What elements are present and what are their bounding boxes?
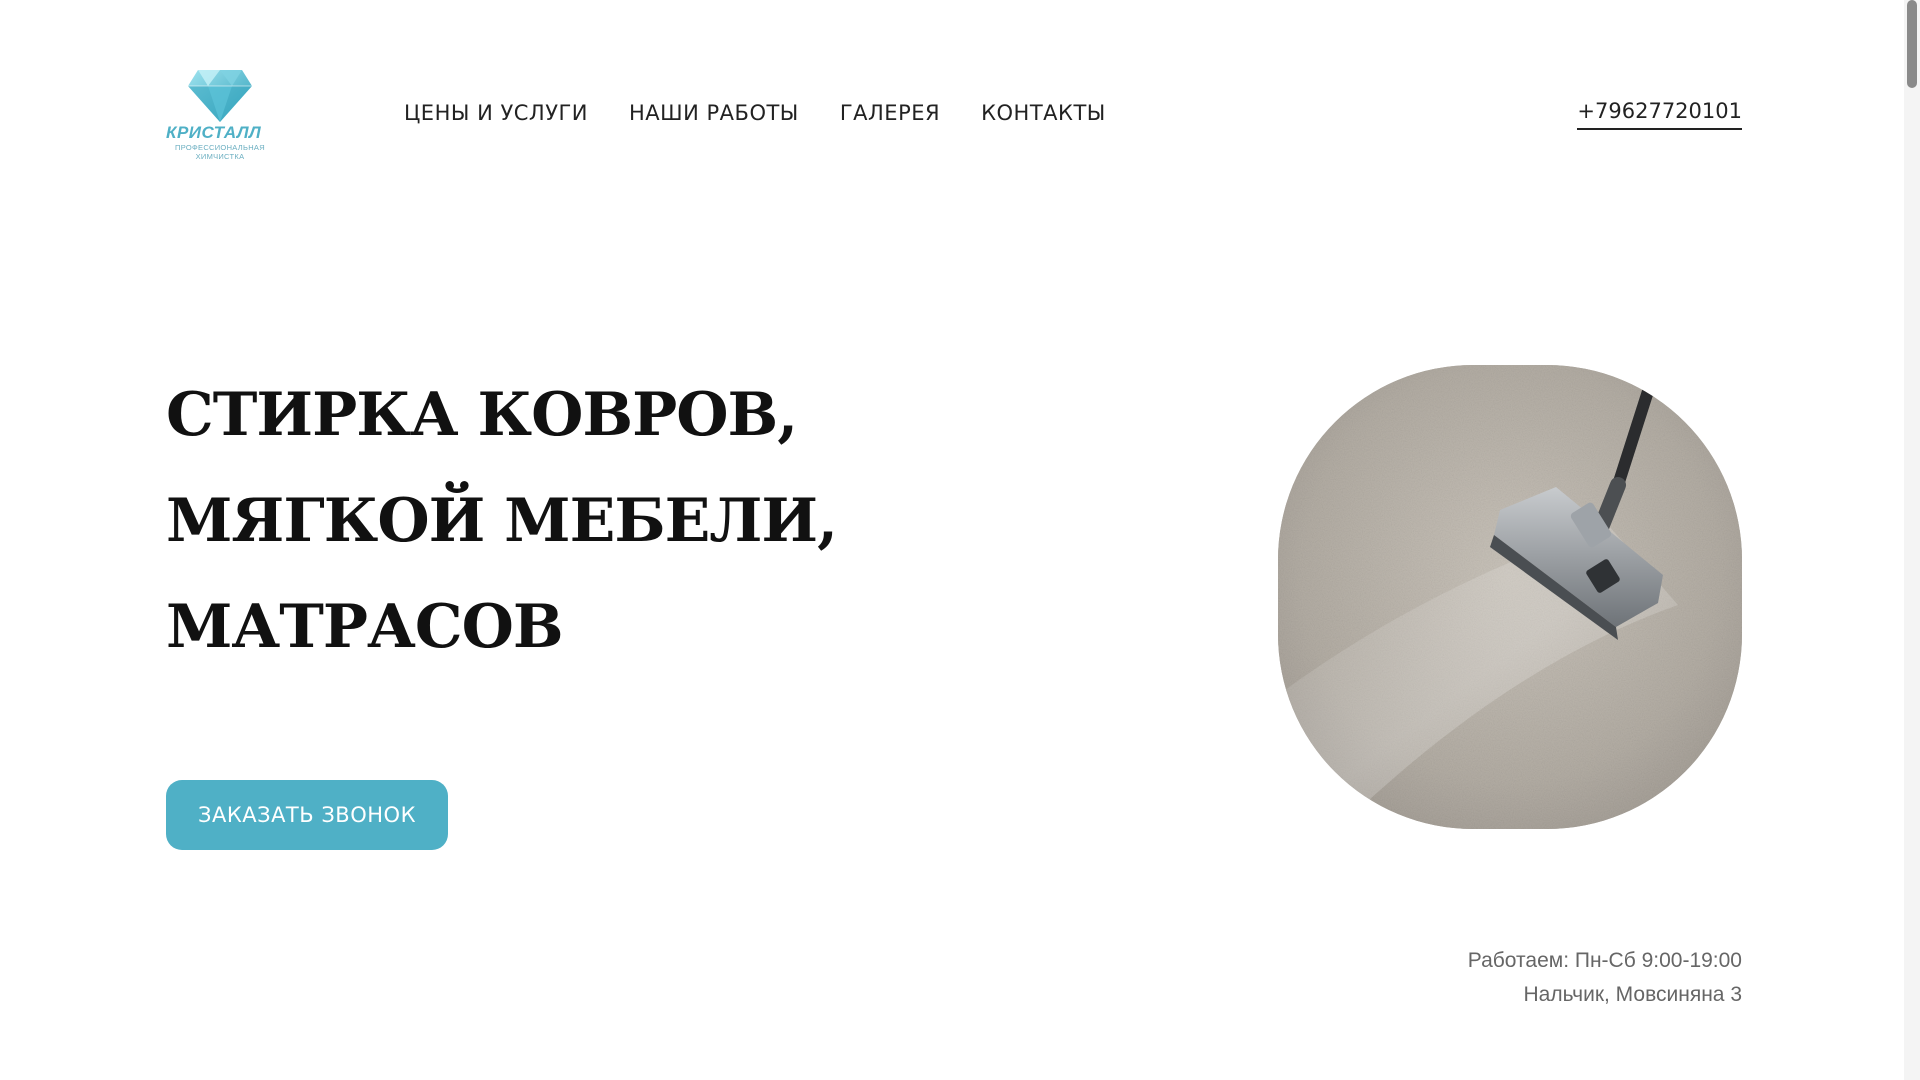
order-call-button[interactable]: ЗАКАЗАТЬ ЗВОНОК	[166, 780, 448, 850]
nav-item-works[interactable]: НАШИ РАБОТЫ	[629, 101, 799, 125]
logo-subtitle: ПРОФЕССИОНАЛЬНАЯ	[175, 143, 265, 152]
main-nav: ЦЕНЫ И УСЛУГИ НАШИ РАБОТЫ ГАЛЕРЕЯ КОНТАК…	[404, 101, 1147, 125]
logo[interactable]: КРИСТАЛЛ ПРОФЕССИОНАЛЬНАЯ ХИМЧИСТКА	[166, 66, 274, 166]
nav-item-contacts[interactable]: КОНТАКТЫ	[981, 101, 1106, 125]
page: КРИСТАЛЛ ПРОФЕССИОНАЛЬНАЯ ХИМЧИСТКА ЦЕНЫ…	[0, 0, 1920, 1080]
address: Нальчик, Мовсиняна 3	[1523, 983, 1742, 1006]
headline-line: МЯГКОЙ МЕБЕЛИ,	[166, 486, 838, 556]
phone-link[interactable]: +79627720101	[1577, 99, 1742, 130]
scrollbar-thumb[interactable]	[1907, 0, 1917, 88]
logo-name: КРИСТАЛЛ	[166, 123, 262, 142]
hero-headline: СТИРКА КОВРОВ, МЯГКОЙ МЕБЕЛИ, МАТРАСОВ	[166, 362, 838, 680]
contact-info: Работаем: Пн-Сб 9:00-19:00 Нальчик, Мовс…	[1468, 944, 1742, 1012]
scrollbar[interactable]	[1904, 0, 1920, 1080]
carpet-vacuum-illustration	[1278, 365, 1742, 829]
diamond-icon	[188, 70, 252, 122]
headline-line: МАТРАСОВ	[166, 592, 564, 662]
logo-subtitle-2: ХИМЧИСТКА	[195, 152, 245, 161]
headline-line: СТИРКА КОВРОВ,	[166, 380, 798, 450]
nav-item-prices[interactable]: ЦЕНЫ И УСЛУГИ	[404, 101, 588, 125]
working-hours: Работаем: Пн-Сб 9:00-19:00	[1467, 949, 1742, 972]
carpet-vacuum-photo	[1278, 365, 1742, 829]
nav-item-gallery[interactable]: ГАЛЕРЕЯ	[840, 101, 940, 125]
